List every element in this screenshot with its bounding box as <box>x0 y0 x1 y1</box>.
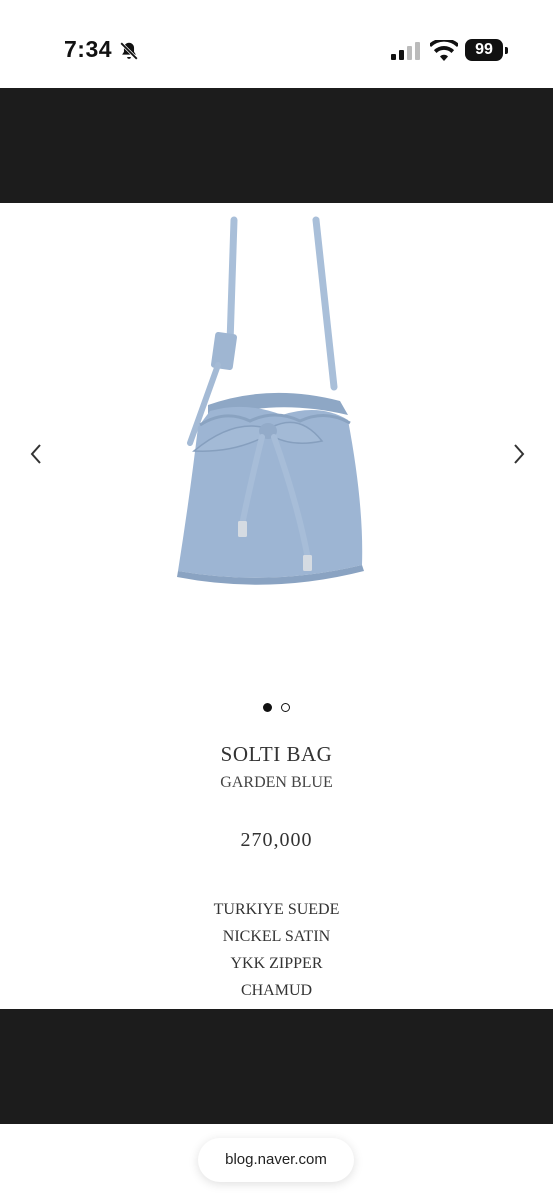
product-spec: CHAMUD <box>240 982 313 999</box>
footer-banner <box>0 1009 553 1124</box>
product-spec: YKK ZIPPER <box>230 955 323 972</box>
status-bar: 7:34 99 <box>0 0 553 88</box>
product-price: 270,000 <box>240 829 313 851</box>
product-color: GARDEN BLUE <box>220 774 333 791</box>
battery-level: 99 <box>465 39 503 61</box>
bell-slash-icon <box>120 42 138 60</box>
chevron-right-icon[interactable] <box>506 439 530 469</box>
battery-tip <box>505 47 508 54</box>
product-spec: NICKEL SATIN <box>222 928 331 945</box>
header-banner <box>0 88 553 203</box>
product-spec: TURKIYE SUEDE <box>213 901 340 918</box>
browser-bottom-bar: blog.naver.com <box>0 1124 553 1200</box>
battery-icon: 99 <box>465 39 509 63</box>
product-name: SOLTI BAG <box>220 742 333 766</box>
pagination-dot-active[interactable] <box>263 703 272 712</box>
product-image <box>177 216 364 585</box>
address-bar[interactable]: blog.naver.com <box>198 1138 354 1182</box>
chevron-left-icon[interactable] <box>25 439 49 469</box>
status-time: 7:34 <box>64 36 113 62</box>
wifi-icon <box>430 40 458 61</box>
product-image-carousel[interactable] <box>0 203 553 683</box>
signal-icon <box>391 42 420 60</box>
carousel-pagination <box>0 703 553 715</box>
pagination-dot[interactable] <box>281 703 290 712</box>
